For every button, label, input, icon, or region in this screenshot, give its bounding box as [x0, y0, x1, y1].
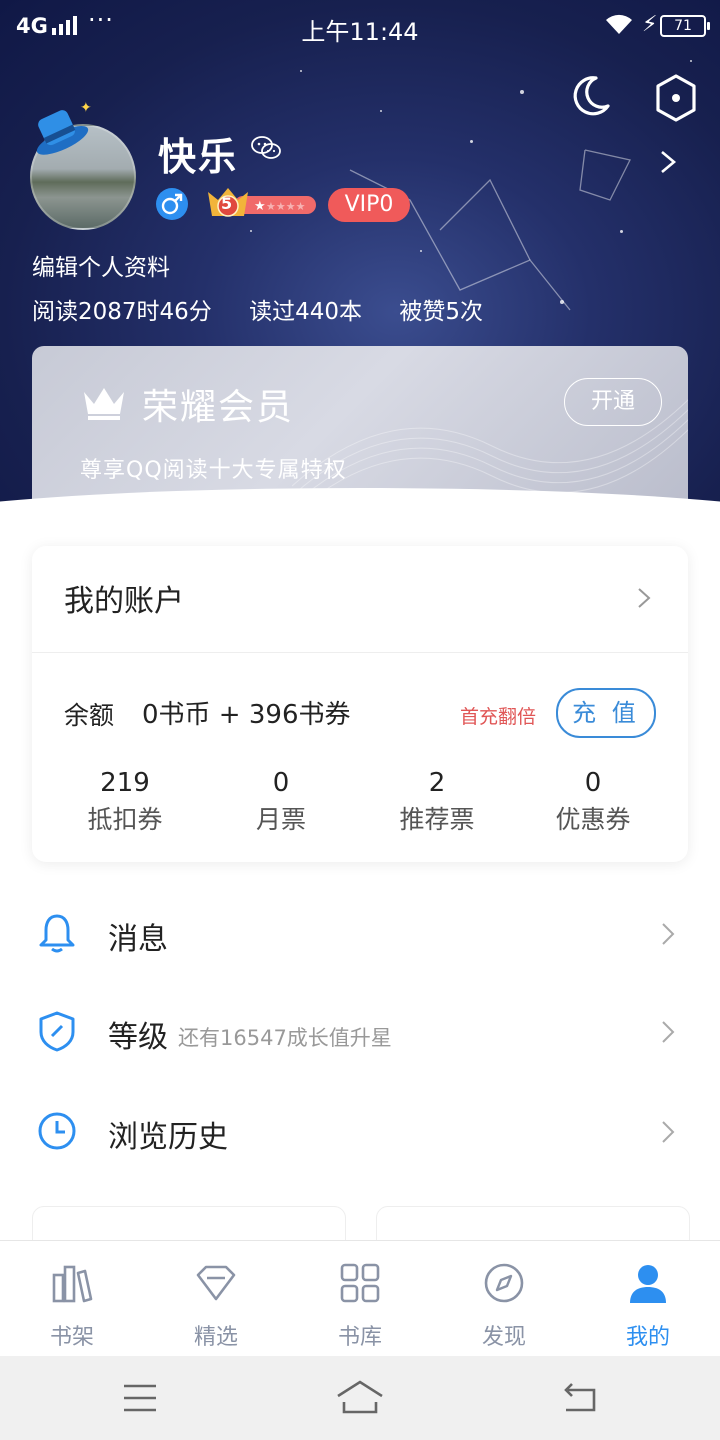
recharge-button[interactable]: 充 值	[556, 688, 656, 738]
settings-button[interactable]	[652, 72, 700, 124]
balance-label: 余额	[64, 701, 115, 730]
chevron-right-icon	[661, 151, 677, 173]
menu-label: 等级	[108, 1020, 168, 1055]
profile-header: 4G ··· 上午11:44 ⚡ 71 ✦ 快乐 ★ ★★★★ 5 VIP0 编…	[0, 0, 720, 520]
bottom-tab-bar: 书架 精选 书库 发现 我的	[0, 1240, 720, 1357]
ticket-deduction[interactable]: 219 抵扣券	[50, 768, 200, 836]
ticket-value: 219	[100, 768, 150, 798]
home-icon[interactable]	[334, 1378, 386, 1418]
account-card: 我的账户 余额 0书币 + 396书券 首充翻倍 充 值 219 抵扣券 0 月…	[32, 546, 688, 862]
bell-icon	[39, 914, 75, 953]
status-bar: 4G ··· 上午11:44 ⚡ 71	[0, 0, 720, 52]
svg-text:★: ★	[254, 199, 266, 214]
tab-library[interactable]: 书库	[288, 1241, 432, 1357]
username: 快乐	[158, 135, 239, 179]
person-icon	[630, 1265, 666, 1303]
menu-item-messages[interactable]: 消息	[0, 888, 720, 984]
divider	[32, 652, 688, 653]
bookshelf-icon	[52, 1265, 93, 1303]
ticket-value: 0	[584, 768, 602, 798]
reading-time-stat[interactable]: 阅读2087时46分	[32, 299, 212, 325]
open-membership-button[interactable]: 开通	[564, 378, 662, 426]
tab-label: 发现	[481, 1325, 526, 1350]
moon-icon	[573, 76, 610, 116]
crown-icon	[84, 388, 124, 420]
charging-icon: ⚡	[642, 12, 658, 37]
tab-label: 书库	[337, 1325, 382, 1350]
avatar-hat-decoration: ✦	[36, 100, 92, 155]
member-title: 荣耀会员	[142, 387, 295, 428]
menu-icon[interactable]	[122, 1378, 158, 1418]
reading-stats: 阅读2087时46分 读过440本 被赞5次	[32, 292, 513, 326]
tab-label: 我的	[625, 1325, 670, 1350]
menu-item-level[interactable]: 等级 还有16547成长值升星	[0, 986, 720, 1082]
tab-featured[interactable]: 精选	[144, 1241, 288, 1357]
edit-profile-link[interactable]: 编辑个人资料	[32, 248, 170, 282]
menu-label: 浏览历史	[108, 1120, 228, 1155]
tab-label: 书架	[49, 1325, 94, 1350]
vip-badge[interactable]: VIP0	[328, 188, 410, 222]
ticket-recommend[interactable]: 2 推荐票	[362, 768, 512, 836]
system-navigation-bar	[0, 1356, 720, 1440]
diamond-icon	[196, 1265, 236, 1301]
ticket-label: 月票	[255, 805, 306, 834]
ticket-label: 抵扣券	[87, 805, 163, 834]
male-gender-icon	[156, 188, 188, 220]
svg-text:✦: ✦	[80, 100, 92, 116]
wifi-icon	[606, 14, 632, 34]
tab-label: 精选	[193, 1325, 238, 1350]
likes-stat[interactable]: 被赞5次	[399, 299, 483, 325]
level-progress-hint: 还有16547成长值升星	[178, 1026, 392, 1050]
chevron-right-icon[interactable]	[634, 584, 654, 612]
ticket-label: 推荐票	[399, 805, 475, 834]
ticket-value: 2	[428, 768, 446, 798]
ticket-coupon[interactable]: 0 优惠券	[518, 768, 668, 836]
star-decoration	[520, 90, 524, 94]
menu-item-history[interactable]: 浏览历史	[0, 1086, 720, 1182]
ticket-value: 0	[272, 768, 290, 798]
level-badge: ★ ★★★★ 5	[204, 186, 318, 222]
ticket-monthly[interactable]: 0 月票	[206, 768, 356, 836]
ticket-label: 优惠券	[555, 805, 631, 834]
menu-label: 消息	[108, 922, 168, 957]
battery-icon: 71	[660, 15, 710, 37]
first-charge-promo: 首充翻倍	[460, 706, 537, 728]
star-decoration	[690, 60, 692, 62]
tab-bookshelf[interactable]: 书架	[0, 1241, 144, 1357]
back-icon[interactable]	[560, 1378, 600, 1418]
member-subtitle: 尊享QQ阅读十大专属特权	[80, 458, 347, 483]
star-decoration	[300, 70, 302, 72]
balance-value: 0书币 + 396书券	[142, 700, 351, 730]
tab-discover[interactable]: 发现	[432, 1241, 576, 1357]
chevron-right-icon	[662, 1121, 675, 1143]
shield-icon	[39, 1011, 75, 1052]
chevron-right-icon	[662, 923, 675, 945]
level-number: 5	[221, 194, 233, 213]
compass-icon	[484, 1263, 524, 1303]
chevron-right-icon	[662, 1021, 675, 1043]
star-decoration	[380, 110, 382, 112]
star-decoration	[250, 230, 252, 232]
profile-detail-chevron[interactable]	[656, 146, 680, 178]
clock-icon	[38, 1112, 76, 1150]
svg-text:★★★★: ★★★★	[266, 200, 306, 213]
tab-mine[interactable]: 我的	[576, 1241, 720, 1357]
account-title[interactable]: 我的账户	[64, 576, 184, 620]
books-read-stat[interactable]: 读过440本	[249, 299, 362, 325]
night-mode-button[interactable]	[566, 72, 614, 120]
grid-icon	[340, 1263, 380, 1303]
wechat-icon	[251, 136, 281, 159]
